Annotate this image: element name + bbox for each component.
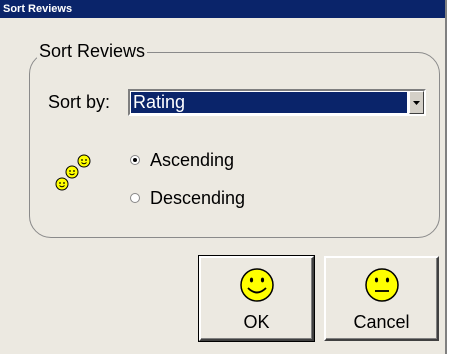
sort-by-selected-value: Rating (131, 92, 407, 113)
chevron-down-icon[interactable] (409, 91, 424, 114)
cancel-button[interactable]: Cancel (324, 256, 439, 341)
ascending-radio[interactable] (130, 155, 140, 165)
dialog-title: Sort Reviews (0, 0, 445, 18)
smiley-stack-icon (55, 154, 91, 191)
sort-reviews-group (29, 52, 440, 238)
descending-label: Descending (150, 187, 246, 208)
ok-button[interactable]: OK (198, 255, 315, 342)
ok-button-label: OK (243, 312, 270, 332)
descending-radio[interactable] (130, 193, 140, 203)
descending-radio-option[interactable]: Descending (130, 187, 245, 209)
sort-by-dropdown[interactable]: Rating (128, 89, 426, 116)
ascending-label: Ascending (150, 149, 235, 170)
happy-face-icon (239, 268, 274, 302)
cancel-button-label: Cancel (353, 312, 410, 332)
neutral-face-icon (364, 268, 399, 302)
group-label: Sort Reviews (37, 41, 148, 62)
sort-reviews-dialog: Sort Reviews Sort Reviews Sort by: Ratin… (0, 0, 447, 354)
sort-by-label: Sort by: (48, 92, 111, 112)
ascending-radio-option[interactable]: Ascending (130, 149, 234, 171)
